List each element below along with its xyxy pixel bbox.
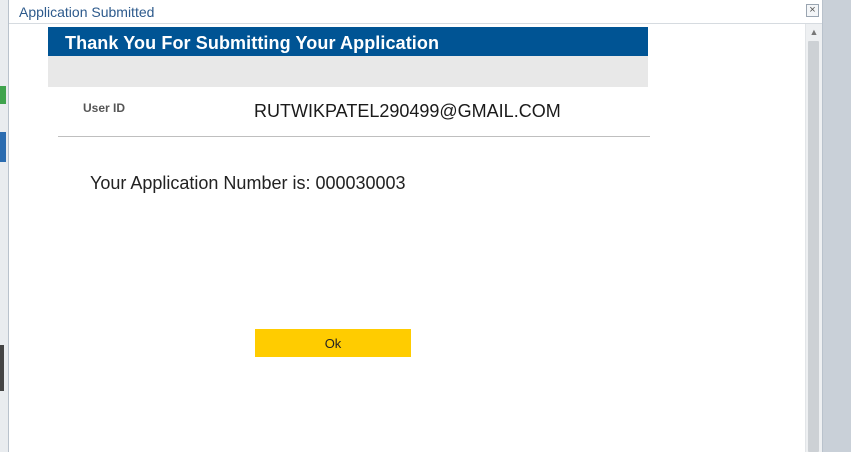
ok-button[interactable]: Ok: [255, 329, 411, 357]
scroll-up-arrow-icon[interactable]: ▲: [806, 24, 822, 40]
dialog-content: Thank You For Submitting Your Applicatio…: [48, 27, 650, 357]
background-blue-bar: [0, 132, 6, 162]
background-dark-bar: [0, 345, 4, 391]
vertical-scrollbar[interactable]: ▲: [805, 24, 822, 452]
user-id-row: User ID RUTWIKPATEL290499@GMAIL.COM: [48, 87, 648, 137]
header-subband: [48, 56, 648, 87]
dialog-title: Application Submitted: [19, 4, 155, 20]
thank-you-header: Thank You For Submitting Your Applicatio…: [48, 27, 648, 56]
application-number-text: Your Application Number is: 000030003: [90, 173, 406, 193]
dialog-titlebar: Application Submitted ×: [9, 0, 822, 24]
close-icon[interactable]: ×: [806, 4, 819, 17]
user-id-label: User ID: [83, 101, 126, 115]
user-id-value: RUTWIKPATEL290499@GMAIL.COM: [254, 101, 561, 121]
application-submitted-dialog: Application Submitted × Thank You For Su…: [8, 0, 823, 452]
scrollbar-thumb[interactable]: [808, 41, 819, 452]
divider: [58, 136, 650, 137]
background-page: [0, 0, 8, 452]
background-green-bar: [0, 86, 6, 104]
